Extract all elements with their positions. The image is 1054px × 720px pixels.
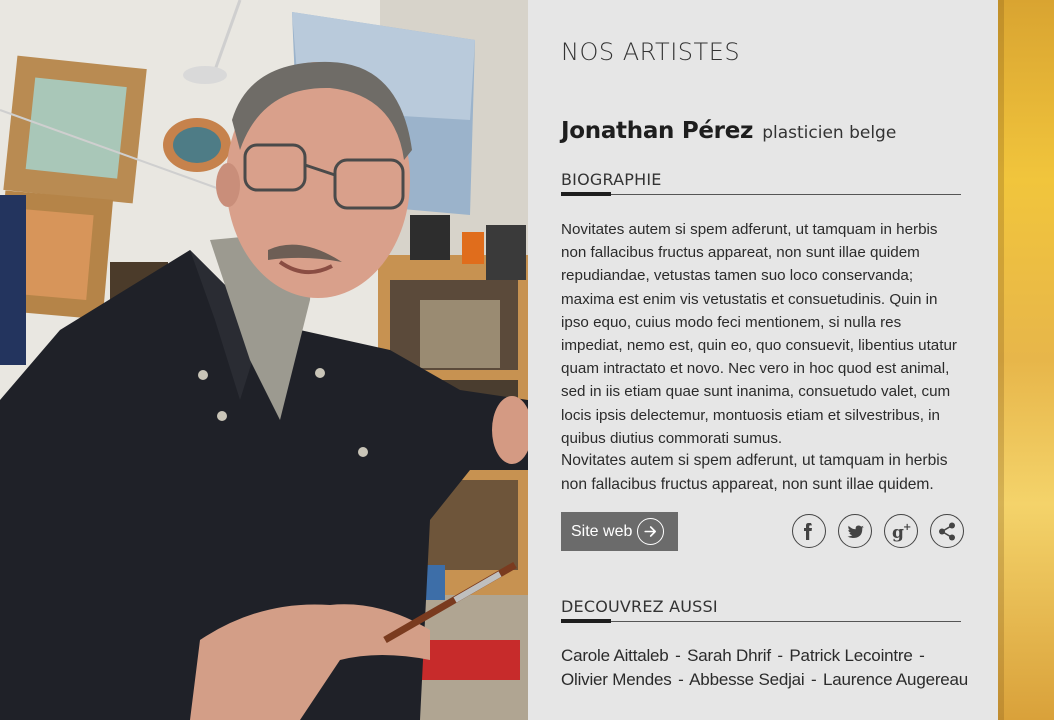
artist-photo xyxy=(0,0,528,720)
site-web-label: Site web xyxy=(571,522,633,540)
heading-accent xyxy=(561,192,611,196)
biography-paragraph-2: Novitates autem si spem adferunt, ut tam… xyxy=(561,452,948,493)
arrow-right-icon xyxy=(637,518,664,545)
discover-artist-link[interactable]: Olivier Mendes xyxy=(561,670,672,689)
twitter-icon[interactable] xyxy=(838,514,872,548)
discover-artist-link[interactable]: Abbesse Sedjai xyxy=(689,670,805,689)
artist-photo-illustration xyxy=(0,0,528,720)
artist-separator: - xyxy=(919,646,925,665)
site-web-button[interactable]: Site web xyxy=(561,512,678,551)
social-share-bar: g + xyxy=(792,514,964,548)
artist-separator: - xyxy=(678,670,684,689)
artwork-strip xyxy=(998,0,1054,720)
share-icon[interactable] xyxy=(930,514,964,548)
discover-artist-link[interactable]: Patrick Lecointre xyxy=(789,646,912,665)
google-plus-icon[interactable]: g + xyxy=(884,514,918,548)
biography-paragraph-1: Novitates autem si spem adferunt, ut tam… xyxy=(561,221,957,447)
artist-name: Jonathan Pérez xyxy=(561,118,754,144)
section-title: NOS ARTISTES xyxy=(561,38,741,66)
facebook-icon[interactable] xyxy=(792,514,826,548)
discover-heading-label: DECOUVREZ AUSSI xyxy=(561,597,718,616)
discover-artist-list: Carole Aittaleb - Sarah Dhrif - Patrick … xyxy=(561,644,971,692)
heading-divider xyxy=(561,194,961,195)
discover-heading: DECOUVREZ AUSSI xyxy=(561,597,961,623)
artist-panel: NOS ARTISTES Jonathan Pérez plasticien b… xyxy=(528,0,998,720)
artist-role: plasticien belge xyxy=(762,123,897,143)
svg-text:+: + xyxy=(903,522,911,533)
artist-separator: - xyxy=(777,646,783,665)
discover-artist-link[interactable]: Laurence Augereau xyxy=(823,670,968,689)
discover-artist-link[interactable]: Sarah Dhrif xyxy=(687,646,771,665)
artist-header: Jonathan Pérez plasticien belge xyxy=(561,118,896,144)
heading-divider xyxy=(561,621,961,622)
biography-heading-label: BIOGRAPHIE xyxy=(561,170,662,189)
artist-separator: - xyxy=(811,670,817,689)
heading-accent xyxy=(561,619,611,623)
artist-separator: - xyxy=(675,646,681,665)
biography-heading: BIOGRAPHIE xyxy=(561,170,961,196)
discover-artist-link[interactable]: Carole Aittaleb xyxy=(561,646,669,665)
